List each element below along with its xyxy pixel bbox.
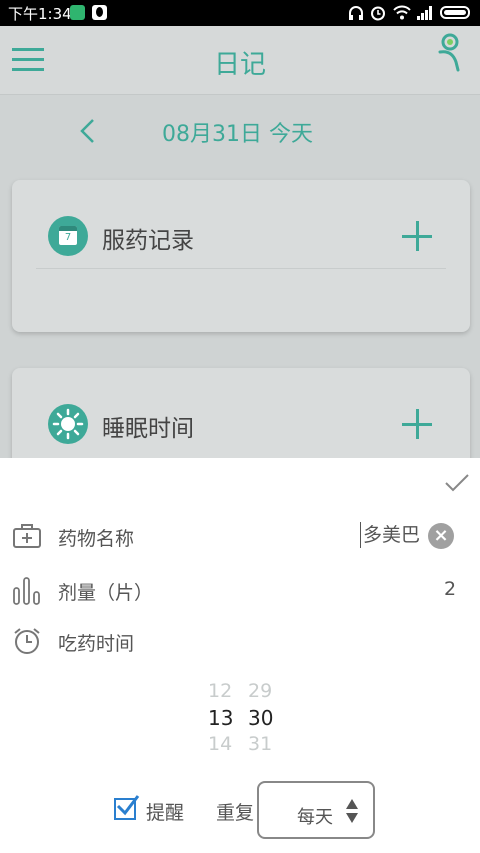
- picker-minute-selected[interactable]: 30: [248, 706, 273, 730]
- repeat-select[interactable]: 每天: [257, 781, 375, 839]
- alarm-icon: [371, 6, 385, 21]
- reminder-label[interactable]: 提醒: [146, 798, 184, 825]
- checkmark-icon: [116, 795, 140, 816]
- headphones-icon: [349, 6, 363, 20]
- status-bar: 下午1:34: [0, 0, 480, 26]
- up-down-arrows-icon: [346, 799, 358, 823]
- signal-icon: [417, 6, 432, 20]
- add-sleep-button[interactable]: [402, 409, 432, 439]
- app-bar: 日记: [0, 26, 480, 95]
- status-time: 下午1:34: [8, 5, 72, 23]
- medicine-name-label: 药物名称: [58, 528, 135, 550]
- dose-value[interactable]: 2: [444, 578, 456, 600]
- picker-hour-selected[interactable]: 13: [208, 706, 233, 730]
- shield-notification-icon: [70, 5, 85, 20]
- confirm-check-icon[interactable]: [444, 472, 470, 494]
- page-title: 日记: [213, 50, 266, 80]
- card-title: 服药记录: [102, 228, 194, 254]
- medicine-name-input[interactable]: 多美巴: [360, 522, 420, 548]
- picker-minute-prev[interactable]: 29: [248, 680, 272, 702]
- sun-icon: [48, 404, 88, 444]
- divider: [36, 268, 446, 269]
- date-label: 08月31日 今天: [162, 122, 313, 147]
- medication-record-card: 7 服药记录: [12, 180, 470, 332]
- time-label: 吃药时间: [58, 633, 135, 655]
- clear-input-button[interactable]: ×: [428, 523, 454, 549]
- card-title: 睡眠时间: [102, 416, 194, 442]
- reminder-checkbox[interactable]: [114, 795, 140, 820]
- back-arrow-icon[interactable]: [76, 118, 100, 144]
- calendar-icon: 7: [48, 216, 88, 256]
- wifi-icon: [393, 5, 411, 20]
- qq-notification-icon: [92, 5, 107, 20]
- alarm-clock-icon: [14, 628, 40, 654]
- add-medication-sheet: 药物名称 多美巴 × 剂量（片） 2 吃药时间 12 13 14 29 30 3…: [0, 458, 480, 853]
- dose-bars-icon: [13, 577, 40, 605]
- battery-icon: [440, 6, 470, 19]
- picker-hour-prev[interactable]: 12: [208, 680, 232, 702]
- time-picker[interactable]: 12 13 14 29 30 31: [206, 680, 286, 760]
- repeat-label: 重复: [216, 802, 255, 824]
- repeat-value: 每天: [297, 807, 333, 828]
- add-medication-button[interactable]: [402, 221, 432, 251]
- medicine-kit-icon: [13, 524, 41, 548]
- sleep-time-card: 睡眠时间: [12, 368, 470, 468]
- picker-minute-next[interactable]: 31: [248, 733, 272, 755]
- dose-label: 剂量（片）: [58, 582, 154, 604]
- picker-hour-next[interactable]: 14: [208, 733, 232, 755]
- profile-icon[interactable]: [434, 32, 466, 72]
